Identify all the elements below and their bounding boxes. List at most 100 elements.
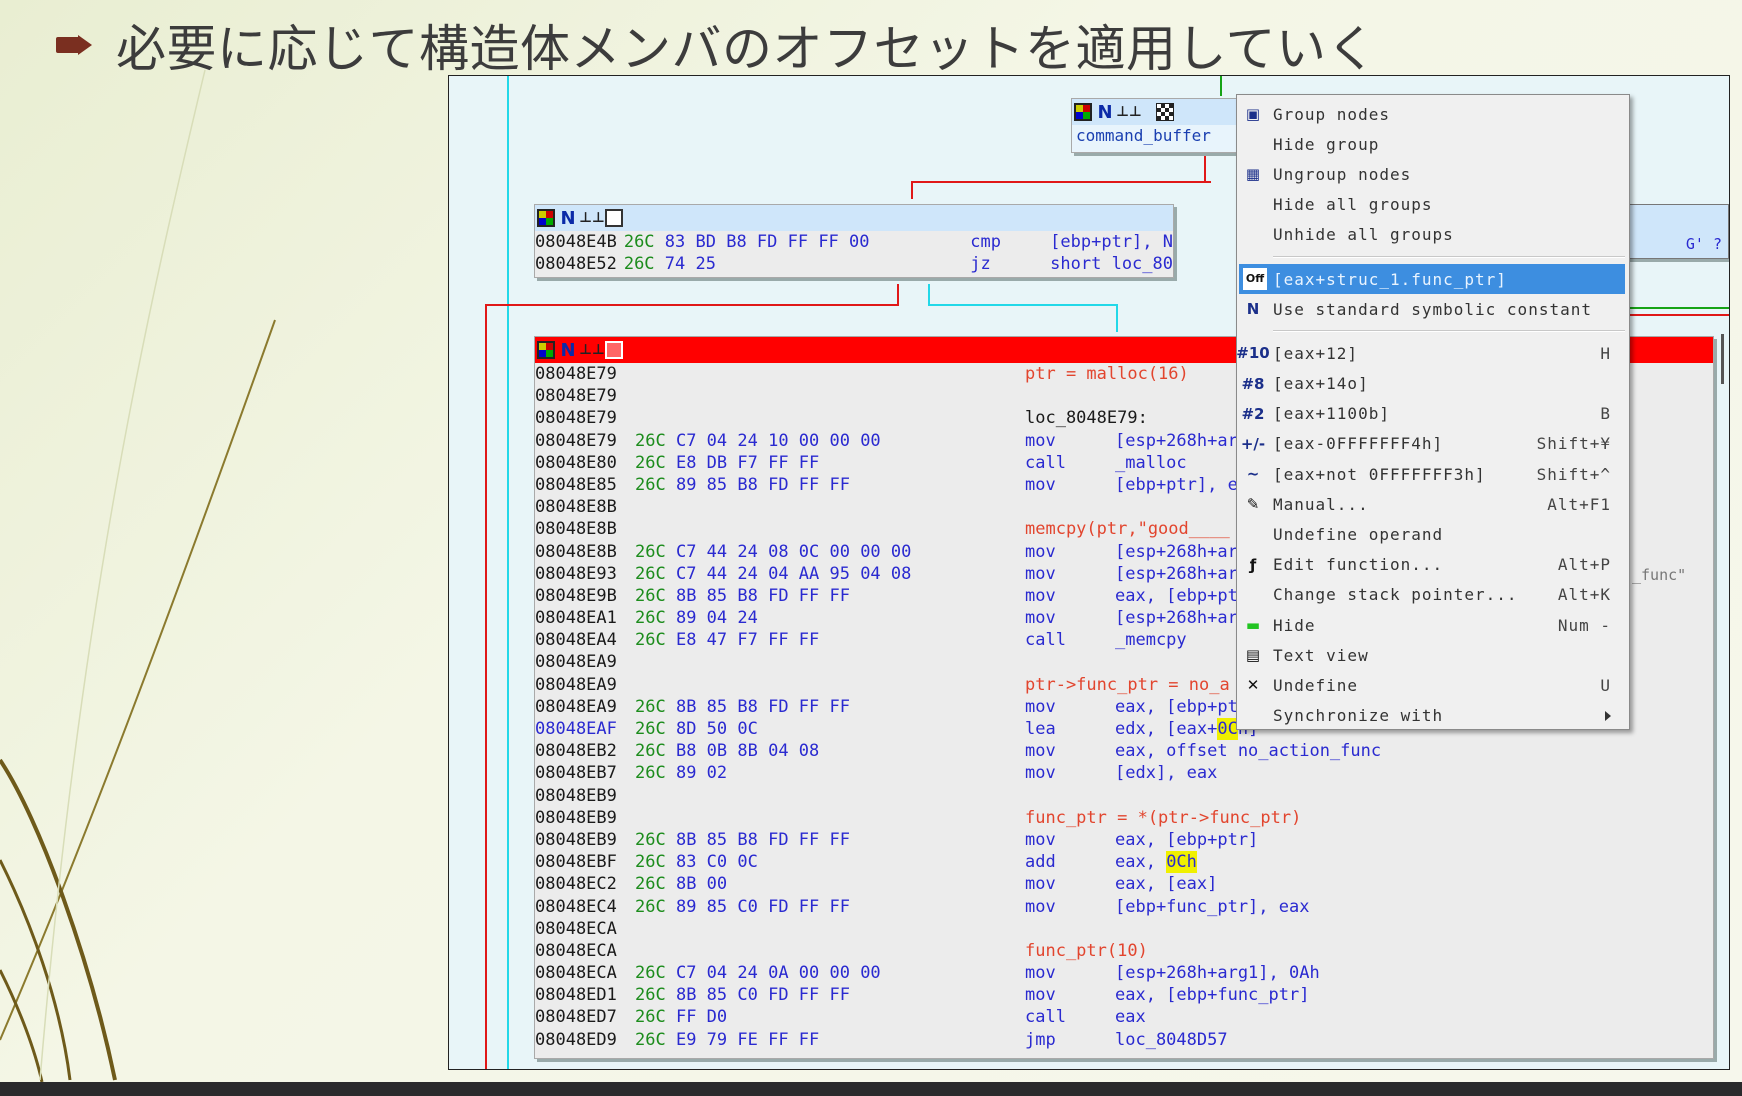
operands[interactable]: eax, [ebp+ptr]	[1115, 829, 1258, 851]
mnemonic[interactable]: jz	[970, 253, 1050, 275]
code-row[interactable]: 08048ECA func_ptr(10)	[535, 940, 1713, 962]
graph-node-block1[interactable]: N ⊥⊥ 08048E4B 26C 83 BD B8 FD FF FF 00 cmp…	[534, 204, 1174, 278]
group-box-icon[interactable]	[605, 341, 623, 359]
operands[interactable]: short loc_80	[1050, 253, 1173, 275]
code-row[interactable]: 08048EB9 func_ptr = *(ptr->func_ptr)	[535, 807, 1713, 829]
operands[interactable]: [ebp+ptr], N	[1050, 231, 1173, 253]
code-row[interactable]: 08048EC2 26C 8B 00 mov eax, [eax]	[535, 873, 1713, 895]
graph-overview-icon[interactable]: ⊥⊥	[1116, 101, 1142, 123]
code-row[interactable]: 08048ED7 26C FF D0 call eax	[535, 1006, 1713, 1028]
code-row[interactable]: 08048ED1 26C 8B 85 C0 FD FF FF mov eax, [eb…	[535, 984, 1713, 1006]
menu-item[interactable]: Off [eax+struc_1.func_ptr]	[1239, 263, 1625, 295]
operands[interactable]: loc_8048D57	[1115, 1029, 1228, 1051]
menu-item[interactable]: Unhide all groups	[1237, 220, 1629, 250]
mnemonic[interactable]	[1025, 651, 1115, 673]
mnemonic[interactable]: mov	[1025, 740, 1115, 762]
operands[interactable]: [edx], eax	[1115, 762, 1217, 784]
code-row[interactable]: 08048E52 26C 74 25 jz short loc_80	[535, 253, 1173, 275]
code-row[interactable]: 08048EBF 26C 83 C0 0C add eax, 0Ch	[535, 851, 1713, 874]
code-row[interactable]: 08048EC4 26C 89 85 C0 FD FF FF mov [ebp+fun…	[535, 896, 1713, 918]
mnemonic[interactable]	[1025, 918, 1115, 940]
menu-item[interactable]: ~ [eax+not 0FFFFFFF3h] Shift+^	[1237, 459, 1629, 489]
mnemonic[interactable]: call	[1025, 1006, 1115, 1028]
code-row[interactable]: 08048E4B 26C 83 BD B8 FD FF FF 00 cmp [ebp+…	[535, 231, 1173, 253]
operands[interactable]: [esp+268h+arg1], 0Ah	[1115, 962, 1320, 984]
menu-item[interactable]: ▬ Hide Num -	[1237, 610, 1629, 640]
menu-item[interactable]: Hide group	[1237, 129, 1629, 159]
code-row[interactable]: 08048EB9	[535, 785, 1713, 807]
mnemonic[interactable]	[1025, 496, 1115, 518]
menu-item[interactable]: ✎ Manual... Alt+F1	[1237, 489, 1629, 519]
mnemonic[interactable]: mov	[1025, 607, 1115, 629]
mnemonic[interactable]: mov	[1025, 962, 1115, 984]
color-grid-icon[interactable]	[537, 209, 555, 227]
code-row[interactable]: 08048ED9 26C E9 79 FE FF FF jmp loc_8048D57	[535, 1029, 1713, 1051]
operands[interactable]: eax, offset no_action_func	[1115, 740, 1381, 762]
graph-node-command-buffer[interactable]: N ⊥⊥ command_buffer	[1071, 98, 1241, 153]
mnemonic[interactable]: cmp	[970, 231, 1050, 253]
operands[interactable]: [esp+268h+ar	[1115, 430, 1238, 452]
operands[interactable]: eax, [ebp+pt	[1115, 585, 1238, 607]
menu-item[interactable]: Synchronize with	[1237, 701, 1629, 731]
menu-item[interactable]: +/- [eax-0FFFFFFF4h] Shift+¥	[1237, 429, 1629, 459]
menu-item[interactable]: Undefine operand	[1237, 519, 1629, 549]
operands[interactable]: [esp+268h+ar	[1115, 563, 1238, 585]
code-row[interactable]: 08048ECA 26C C7 04 24 0A 00 00 00 mov [esp+…	[535, 962, 1713, 984]
group-box-icon[interactable]	[605, 209, 623, 227]
mnemonic[interactable]: mov	[1025, 430, 1115, 452]
mnemonic[interactable]: jmp	[1025, 1029, 1115, 1051]
operands[interactable]: edx, [eax+	[1115, 718, 1217, 740]
operands[interactable]: eax, [ebp+func_ptr]	[1115, 984, 1309, 1006]
mnemonic[interactable]: mov	[1025, 563, 1115, 585]
menu-item[interactable]: Hide all groups	[1237, 190, 1629, 220]
mnemonic[interactable]	[1025, 385, 1115, 407]
mnemonic[interactable]: call	[1025, 629, 1115, 651]
mnemonic[interactable]: mov	[1025, 873, 1115, 895]
highlighted-operand[interactable]: 0C	[1217, 718, 1238, 741]
color-grid-icon[interactable]	[1074, 103, 1092, 121]
ungroup-icon[interactable]	[1156, 103, 1174, 121]
mnemonic[interactable]: mov	[1025, 474, 1115, 496]
menu-item[interactable]: ▤ Text view	[1237, 640, 1629, 670]
mnemonic[interactable]: mov	[1025, 585, 1115, 607]
operands[interactable]: [esp+268h+ar	[1115, 541, 1238, 563]
menu-item[interactable]: ▣ Group nodes	[1237, 99, 1629, 129]
mnemonic[interactable]: mov	[1025, 696, 1115, 718]
mnemonic[interactable]: mov	[1025, 762, 1115, 784]
menu-item[interactable]: N Use standard symbolic constant	[1237, 294, 1629, 324]
mnemonic[interactable]: call	[1025, 452, 1115, 474]
context-menu[interactable]: ▣ Group nodes Hide group ▦ Ungroup nodes Hide…	[1236, 94, 1630, 730]
mnemonic[interactable]: loc_8048E79:	[1025, 407, 1148, 429]
mnemonic[interactable]	[1025, 785, 1115, 807]
n-symbol-icon[interactable]: N	[1094, 101, 1116, 123]
code-row[interactable]: 08048ECA	[535, 918, 1713, 940]
menu-item[interactable]: #10 [eax+12] H	[1236, 338, 1629, 368]
color-grid-icon[interactable]	[537, 341, 555, 359]
n-symbol-icon[interactable]: N	[557, 207, 579, 229]
code-row[interactable]: 08048EB7 26C 89 02 mov [edx], eax	[535, 762, 1713, 784]
operands[interactable]: _malloc	[1115, 452, 1187, 474]
operands[interactable]: [ebp+func_ptr], eax	[1115, 896, 1309, 918]
operands[interactable]: eax,	[1115, 851, 1166, 873]
mnemonic[interactable]: mov	[1025, 984, 1115, 1006]
operands[interactable]: _memcpy	[1115, 629, 1187, 651]
menu-item[interactable]: ƒ Edit function... Alt+P	[1237, 550, 1629, 580]
menu-item[interactable]: ▦ Ungroup nodes	[1237, 159, 1629, 189]
menu-item[interactable]: ✕ Undefine U	[1237, 670, 1629, 700]
code-row[interactable]: 08048EB2 26C B8 0B 8B 04 08 mov eax, offset…	[535, 740, 1713, 762]
n-symbol-icon[interactable]: N	[557, 339, 579, 361]
mnemonic[interactable]: mov	[1025, 829, 1115, 851]
graph-overview-icon[interactable]: ⊥⊥	[579, 339, 605, 361]
menu-item[interactable]: #8 [eax+14o]	[1237, 369, 1629, 399]
menu-item[interactable]: #2 [eax+1100b] B	[1237, 399, 1629, 429]
menu-item[interactable]: Change stack pointer... Alt+K	[1237, 580, 1629, 610]
mnemonic[interactable]: mov	[1025, 896, 1115, 918]
operands[interactable]: eax	[1115, 1006, 1146, 1028]
code-row[interactable]: 08048EB9 26C 8B 85 B8 FD FF FF mov eax, [eb…	[535, 829, 1713, 851]
mnemonic[interactable]: mov	[1025, 541, 1115, 563]
highlighted-operand[interactable]: 0Ch	[1166, 851, 1197, 874]
mnemonic[interactable]: add	[1025, 851, 1115, 873]
operands[interactable]: eax, [eax]	[1115, 873, 1217, 895]
mnemonic[interactable]: lea	[1025, 718, 1115, 740]
operands[interactable]: eax, [ebp+pt	[1115, 696, 1238, 718]
